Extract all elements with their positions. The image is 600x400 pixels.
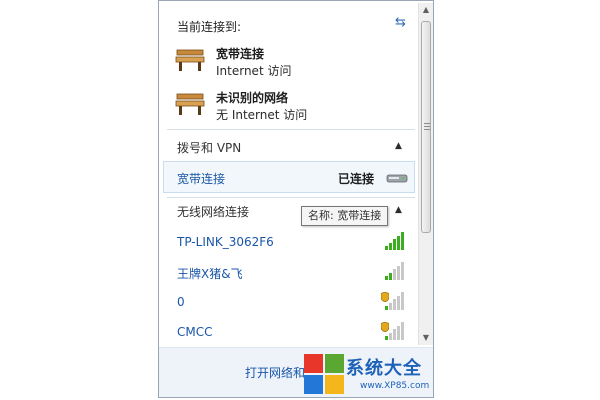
wifi-network-ssid: 0: [177, 295, 185, 309]
open-network-center-link[interactable]: 打开网络和: [245, 364, 305, 381]
scroll-down-arrow-icon[interactable]: ▼: [419, 331, 433, 345]
chevron-up-icon[interactable]: ▲: [395, 205, 402, 215]
network-flyout-panel: 当前连接到: ⇆ 宽带连接 Internet 访问 未识别的网络 无 Inter…: [158, 0, 434, 398]
signal-bar: [401, 292, 404, 310]
signal-bar: [393, 299, 396, 310]
signal-bar: [397, 295, 400, 310]
network-list: 当前连接到: ⇆ 宽带连接 Internet 访问 未识别的网络 无 Inter…: [159, 1, 417, 346]
current-connection-title: 当前连接到:: [177, 20, 242, 34]
signal-bar: [385, 276, 388, 280]
signal-bar: [385, 336, 388, 340]
vertical-scrollbar[interactable]: ▲ ▼: [418, 3, 433, 345]
windows-logo-icon: [304, 354, 344, 394]
signal-bar: [393, 239, 396, 250]
signal-bar: [389, 302, 392, 310]
scroll-thumb[interactable]: [421, 21, 431, 233]
signal-bar: [393, 329, 396, 340]
signal-bar: [385, 246, 388, 250]
modem-icon: [386, 174, 408, 183]
bench-network-icon: [175, 93, 205, 115]
dialup-connection-name: 宽带连接: [177, 172, 226, 186]
grip-line: [424, 123, 430, 124]
security-shield-icon: [381, 322, 389, 332]
signal-bar: [401, 232, 404, 250]
watermark-url: www.XP85.com: [360, 381, 430, 391]
wifi-network-ssid: CMCC: [177, 325, 213, 339]
refresh-arrows-icon[interactable]: ⇆: [395, 15, 406, 30]
connected-network-status: 无 Internet 访问: [216, 108, 308, 122]
secured-signal-icon: [381, 290, 405, 310]
security-shield-icon: [381, 292, 389, 302]
signal-bar: [397, 265, 400, 280]
signal-bar: [393, 269, 396, 280]
dialup-vpn-section-label: 拨号和 VPN: [177, 141, 242, 155]
site-watermark: 系统大全 www.XP85.com: [302, 352, 440, 398]
signal-bar: [389, 272, 392, 280]
dialup-connection-status: 已连接: [338, 172, 375, 186]
divider: [167, 197, 415, 198]
secured-signal-icon: [381, 320, 405, 340]
wifi-network-ssid: TP-LINK_3062F6: [177, 235, 274, 249]
bench-network-icon: [175, 49, 205, 71]
wifi-network-ssid: 王牌X猪&飞: [177, 267, 243, 281]
signal-bar: [389, 332, 392, 340]
divider: [167, 129, 415, 130]
signal-bar: [401, 262, 404, 280]
signal-bar: [389, 242, 392, 250]
signal-bar: [385, 306, 388, 310]
signal-bar: [397, 325, 400, 340]
grip-line: [424, 126, 430, 127]
chevron-up-icon[interactable]: ▲: [395, 141, 402, 151]
signal-bar: [397, 235, 400, 250]
dialup-connection-item[interactable]: 宽带连接 已连接: [163, 161, 415, 193]
connection-name-tooltip: 名称: 宽带连接: [301, 206, 389, 226]
signal-bar: [401, 322, 404, 340]
grip-line: [424, 129, 430, 130]
connected-network-name: 未识别的网络: [216, 91, 289, 105]
scroll-up-arrow-icon[interactable]: ▲: [419, 3, 433, 17]
signal-strength-icon: [381, 260, 405, 280]
connected-network-name: 宽带连接: [216, 47, 265, 61]
watermark-title: 系统大全: [346, 358, 422, 379]
wireless-section-label: 无线网络连接: [177, 205, 250, 219]
signal-strength-icon: [381, 230, 405, 250]
connected-network-status: Internet 访问: [216, 64, 292, 78]
